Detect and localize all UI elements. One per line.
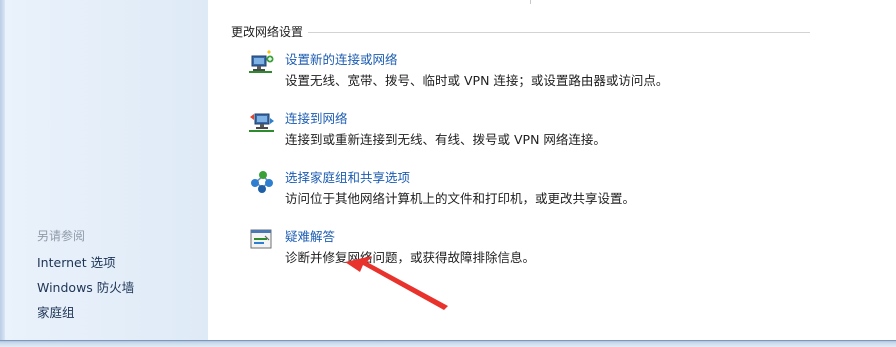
task-desc-troubleshoot: 诊断并修复网络问题，或获得故障排除信息。 [285,250,536,265]
task-title-connect-network[interactable]: 连接到网络 [285,108,348,127]
new-connection-icon [249,50,274,73]
see-also-heading: 另请参阅 [37,229,86,243]
task-desc-homegroup-sharing: 访问位于其他网络计算机上的文件和打印机，或更改共享设置。 [285,191,636,206]
connect-network-icon [249,113,274,132]
sidebar-link-homegroup[interactable]: 家庭组 [37,302,75,321]
section-divider [308,32,810,33]
task-title-troubleshoot[interactable]: 疑难解答 [285,226,335,245]
section-title: 更改网络设置 [231,25,304,39]
sidebar-link-windows-firewall[interactable]: Windows 防火墙 [37,277,134,296]
troubleshoot-icon [250,229,272,249]
window-bottom-border [0,340,896,341]
homegroup-sharing-icon [251,171,273,193]
window-bottom-frame [0,340,896,347]
sidebar-link-internet-options[interactable]: Internet 选项 [37,252,116,271]
divider-tick [530,0,531,4]
task-desc-connect-network: 连接到或重新连接到无线、有线、拨号或 VPN 网络连接。 [285,132,606,147]
task-title-new-connection[interactable]: 设置新的连接或网络 [285,49,398,68]
task-desc-new-connection: 设置无线、宽带、拨号、临时或 VPN 连接；或设置路由器或访问点。 [285,73,669,88]
task-title-homegroup-sharing[interactable]: 选择家庭组和共享选项 [285,167,410,186]
window-frame-left [0,0,5,347]
